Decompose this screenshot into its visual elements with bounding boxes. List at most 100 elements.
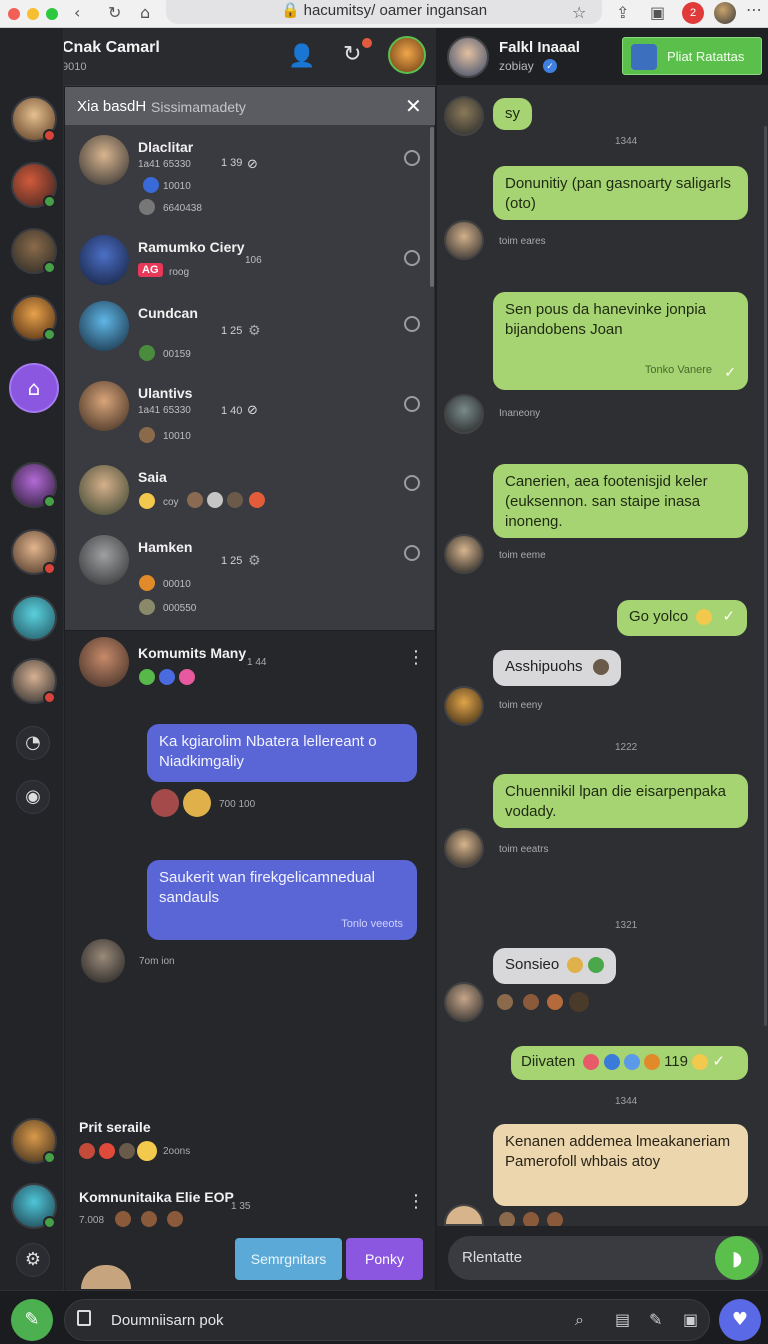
more-vertical-icon[interactable]: ⋮ xyxy=(407,647,425,668)
back-icon[interactable]: ‹ xyxy=(74,3,80,22)
chat-partner-status: zobiay xyxy=(499,59,534,73)
message-bubble[interactable]: Sonsieo xyxy=(493,948,616,984)
right-input-placeholder: Rlentatte xyxy=(462,1249,523,1266)
compose-new-icon[interactable]: ✎ xyxy=(11,1299,53,1341)
rail-badge-8 xyxy=(43,691,56,704)
rail-avatar-7[interactable] xyxy=(11,595,57,641)
popup-row-hamken[interactable]: Hamken 1 25 ⚙ 00010 000550 xyxy=(65,535,427,615)
emoji-icon xyxy=(99,1143,115,1159)
message-text: Sonsieo xyxy=(505,956,560,973)
message-bubble[interactable]: Canerien, aea footenisjid keler (euksenn… xyxy=(493,464,748,538)
popup-scrollbar[interactable] xyxy=(430,127,434,287)
maximize-window-dot[interactable] xyxy=(46,8,58,20)
message-bubble[interactable]: Kenanen addemea lmeakaneriam Pamerofoll … xyxy=(493,1124,748,1206)
message-text: Sen pous da hanevinke jonpia bijandobens… xyxy=(505,301,706,338)
bookmark-star-icon[interactable]: ☆ xyxy=(572,3,586,22)
message-bubble[interactable]: sy xyxy=(493,98,532,130)
popup-row-cundcan[interactable]: Cundcan 1 25 ⚙ 00159 xyxy=(65,301,427,381)
contact-name: Ramumko Ciery xyxy=(138,239,245,255)
select-radio[interactable] xyxy=(404,150,420,166)
settings-icon[interactable]: ⚙ xyxy=(16,1243,50,1277)
contact-name: Saia xyxy=(138,469,167,485)
popup-row-dlaclitar[interactable]: Dlaclitar 1a41 65330 1 39 ⊘ 10010 664043… xyxy=(65,135,427,215)
select-radio[interactable] xyxy=(404,316,420,332)
rail-badge-4 xyxy=(43,328,56,341)
contact-avatar[interactable] xyxy=(388,36,426,74)
emoji-icon xyxy=(139,199,155,215)
message-bubble[interactable]: Asshipuohs xyxy=(493,650,621,686)
contact-meta: 10010 xyxy=(163,431,191,442)
rail-badge-1 xyxy=(43,129,56,142)
gif-icon: ⊘ xyxy=(247,157,258,172)
message-bubble[interactable]: Sen pous da hanevinke jonpia bijandobens… xyxy=(493,292,748,390)
header-action-button[interactable]: Pliat Ratattas xyxy=(622,37,762,75)
share-icon[interactable]: ⇪ xyxy=(616,3,629,22)
contact-meta: 10010 xyxy=(163,181,191,192)
popup-row-ulantivs[interactable]: Ulantivs 1a41 65330 1 40 ⊘ 10010 xyxy=(65,381,427,461)
action-avatar xyxy=(631,44,657,70)
contact-avatar xyxy=(79,465,129,515)
right-compose-bar: Rlentatte ◗ xyxy=(437,1226,768,1290)
community-icon[interactable]: ⌂ xyxy=(9,363,59,413)
primary-button[interactable]: Ponky xyxy=(346,1238,423,1280)
message-bubble[interactable]: Chuennikil lpan die eisarpenpaka vodady. xyxy=(493,774,748,828)
conversation-name[interactable]: Komnunitaika Elie EOP xyxy=(79,1189,234,1205)
close-icon[interactable]: ✕ xyxy=(405,94,422,118)
select-radio[interactable] xyxy=(404,475,420,491)
emoji-icon xyxy=(139,427,155,443)
select-radio[interactable] xyxy=(404,396,420,412)
message-bubble[interactable]: Diivaten 119 ✓ xyxy=(511,1046,748,1080)
profile-avatar[interactable] xyxy=(714,2,736,24)
attach-icon[interactable] xyxy=(77,1310,91,1326)
send-icon[interactable]: ◗ xyxy=(715,1236,759,1280)
select-radio[interactable] xyxy=(404,545,420,561)
date-divider: 1344 xyxy=(615,1096,638,1107)
home-icon[interactable]: ⌂ xyxy=(140,3,150,22)
reload-icon[interactable]: ↻ xyxy=(108,3,121,22)
bottom-message-input[interactable]: Doumniisarn pok ⌕ ▤ ✎ ▣ xyxy=(64,1299,710,1341)
message-text: Ka kgiarolim Nbatera lellereant o Niadki… xyxy=(159,733,377,770)
calendar-icon[interactable]: ▤ xyxy=(615,1310,630,1329)
group-avatar[interactable] xyxy=(79,637,129,687)
message-bubble[interactable]: Go yolco ✓ xyxy=(617,600,748,636)
emoji-icon xyxy=(587,957,604,974)
popup-search-bar[interactable]: Xia basdH Sissimamadety ✕ xyxy=(65,87,435,125)
message-bubble[interactable]: Donunitiy (pan gasnoarty saligarls (oto) xyxy=(493,166,748,220)
action-label: Pliat Ratattas xyxy=(667,49,745,64)
rail-badge-6 xyxy=(43,562,56,575)
user-icon[interactable]: 👤 xyxy=(288,44,315,69)
channels-icon[interactable]: ◉ xyxy=(16,780,50,814)
emoji-icon xyxy=(79,1143,95,1159)
message-avatar xyxy=(444,534,484,574)
refresh-icon[interactable]: ↻ xyxy=(343,42,361,67)
select-radio[interactable] xyxy=(404,250,420,266)
message-bubble[interactable]: Ka kgiarolim Nbatera lellereant o Niadki… xyxy=(147,724,417,782)
contact-name: Dlaclitar xyxy=(138,139,194,155)
bottom-compose-bar: ✎ Doumniisarn pok ⌕ ▤ ✎ ▣ ♥ xyxy=(0,1290,768,1344)
close-window-dot[interactable] xyxy=(8,8,20,20)
contact-name: Cundcan xyxy=(138,305,198,321)
extension-icon[interactable]: ▣ xyxy=(650,3,665,22)
pen-icon[interactable]: ✎ xyxy=(649,1310,662,1329)
conversation-name[interactable]: Prit seraile xyxy=(79,1119,151,1135)
more-vertical-icon[interactable]: ⋮ xyxy=(407,1191,425,1212)
popup-row-saia[interactable]: Saia coy xyxy=(65,465,427,545)
image-icon[interactable]: ▣ xyxy=(683,1310,698,1329)
chat-scrollbar[interactable] xyxy=(764,126,767,1026)
chat-partner-avatar[interactable] xyxy=(447,36,489,78)
read-check-icon: ✓ xyxy=(722,608,736,625)
secondary-button[interactable]: Semrgnitars xyxy=(235,1238,342,1280)
rail-badge-5 xyxy=(43,495,56,508)
sender-avatar[interactable] xyxy=(81,939,125,983)
emoji-icon xyxy=(249,492,265,508)
favorite-icon[interactable]: ♥ xyxy=(719,1299,761,1341)
status-icon[interactable]: ◔ xyxy=(16,726,50,760)
more-options-icon[interactable]: ⋯ xyxy=(746,0,762,19)
message-avatar xyxy=(444,96,484,136)
minimize-window-dot[interactable] xyxy=(27,8,39,20)
search-icon[interactable]: ⌕ xyxy=(575,1310,584,1330)
message-bubble[interactable]: Saukerit wan firekgelicamnedual sandauls… xyxy=(147,860,417,940)
notification-badge[interactable]: 2 xyxy=(682,2,704,24)
rail-badge-3 xyxy=(43,261,56,274)
address-bar[interactable]: 🔒 hacumitsy/ oamer ingansan xyxy=(166,0,602,24)
